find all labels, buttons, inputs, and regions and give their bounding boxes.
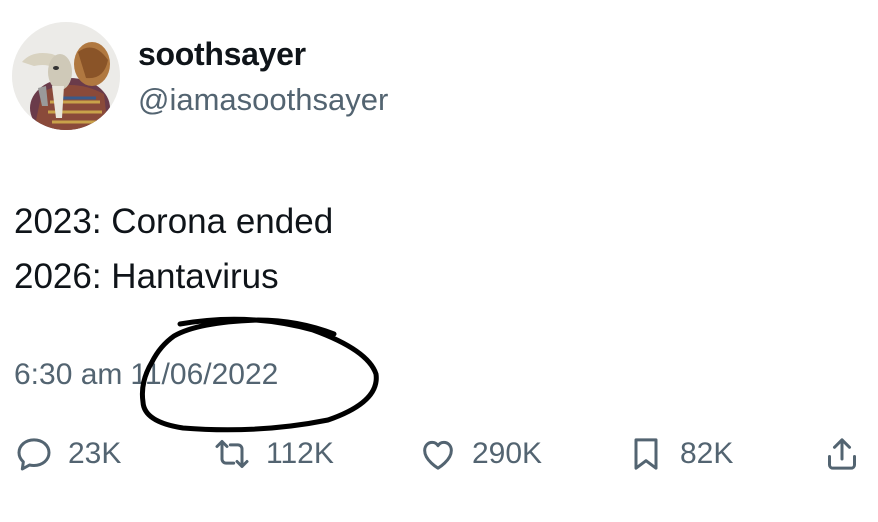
author-display-name[interactable]: soothsayer bbox=[138, 36, 306, 73]
bookmark-icon bbox=[634, 438, 658, 470]
retweet-button[interactable]: 112K bbox=[212, 426, 334, 482]
retweet-count: 112K bbox=[266, 437, 334, 470]
retweet-icon bbox=[215, 440, 249, 468]
tweet-actions: 23K 112K 290K 82K bbox=[0, 426, 878, 486]
tweet-line-2: 2026: Hantavirus bbox=[14, 257, 279, 296]
bookmark-count: 82K bbox=[680, 437, 734, 470]
tweet-timestamp[interactable]: 6:30 am 11/06/2022 bbox=[14, 358, 278, 392]
reply-icon bbox=[17, 438, 51, 471]
like-count: 290K bbox=[472, 437, 543, 470]
bookmark-button[interactable]: 82K bbox=[626, 426, 733, 482]
soothsayer-goat-avatar-image bbox=[12, 22, 120, 130]
tweet-text: 2023: Corona ended 2026: Hantavirus bbox=[14, 194, 333, 304]
tweet-date: 11/06/2022 bbox=[130, 358, 279, 391]
tweet-line-1: 2023: Corona ended bbox=[14, 202, 334, 241]
like-button[interactable]: 290K bbox=[418, 426, 542, 482]
avatar[interactable] bbox=[12, 22, 120, 130]
author-handle[interactable]: @iamasoothsayer bbox=[138, 82, 388, 118]
heart-icon bbox=[423, 440, 453, 470]
share-icon bbox=[828, 438, 856, 470]
tweet-time: 6:30 am bbox=[14, 358, 123, 391]
share-button[interactable] bbox=[822, 426, 862, 482]
reply-button[interactable]: 23K bbox=[14, 426, 121, 482]
reply-count: 23K bbox=[68, 437, 122, 470]
